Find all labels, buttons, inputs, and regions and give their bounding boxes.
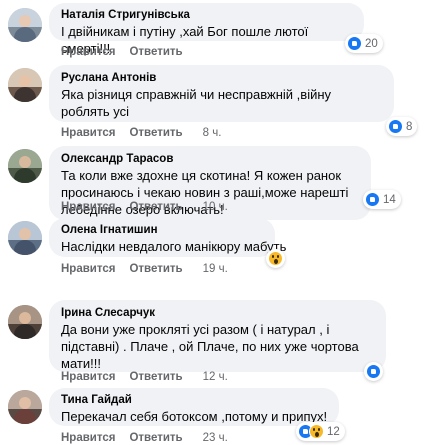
avatar[interactable] <box>8 149 42 183</box>
comment-bubble: Руслана Антонів Яка різниця справжній чи… <box>49 65 394 122</box>
reaction-summary[interactable] <box>364 362 383 381</box>
comment-actions: Нравится Ответить 10 ч. <box>61 200 228 214</box>
reaction-summary[interactable]: 8 <box>386 117 418 136</box>
like-reaction-icon <box>366 364 381 379</box>
comment-text: Наслідки невдалого манікюру мабуть <box>61 239 287 254</box>
avatar[interactable] <box>8 8 42 42</box>
comment-time[interactable]: 23 ч. <box>203 432 228 444</box>
reply-button[interactable]: Ответить <box>129 127 182 139</box>
reply-button[interactable]: Ответить <box>129 263 182 275</box>
comment-author[interactable]: Олена Ігнатишин <box>61 223 263 238</box>
comment-bubble: Наталія Стригунівська І двійникам і путі… <box>49 3 364 56</box>
like-button[interactable]: Нравится <box>61 263 115 275</box>
comment-actions: Нравится Ответить 19 ч. <box>61 262 228 276</box>
like-button[interactable]: Нравится <box>61 201 115 213</box>
comment-text: Яка різниця справжній чи несправжній ,ві… <box>61 87 332 119</box>
like-button[interactable]: Нравится <box>61 432 115 444</box>
reaction-count: 12 <box>327 425 340 438</box>
reaction-summary[interactable]: 20 <box>345 34 383 53</box>
like-button[interactable]: Нравится <box>61 127 115 139</box>
wow-reaction-icon <box>309 424 324 439</box>
comment-time[interactable]: 19 ч. <box>203 263 228 275</box>
like-reaction-icon <box>365 192 380 207</box>
reaction-count: 8 <box>406 120 413 133</box>
like-button[interactable]: Нравится <box>61 46 115 58</box>
like-button[interactable]: Нравится <box>61 371 115 383</box>
like-reaction-icon <box>347 36 362 51</box>
comment-text: Перекачал себя ботоксом ,потому и припух… <box>61 409 328 424</box>
like-reaction-icon <box>388 119 403 134</box>
comment-time[interactable]: 12 ч. <box>203 371 228 383</box>
comment-time[interactable]: 8 ч. <box>203 127 222 139</box>
comment-bubble: Ірина Слесарчук Да вони уже проклятi усi… <box>49 300 386 372</box>
comment-bubble: Тина Гайдай Перекачал себя ботоксом ,пот… <box>49 388 339 426</box>
avatar[interactable] <box>8 221 42 255</box>
avatar[interactable] <box>8 68 42 102</box>
comment-author[interactable]: Олександр Тарасов <box>61 152 359 167</box>
reply-button[interactable]: Ответить <box>129 201 182 213</box>
reply-button[interactable]: Ответить <box>129 46 182 58</box>
comment-actions: Нравится Ответить <box>61 45 183 59</box>
avatar[interactable] <box>8 305 42 339</box>
comments-feed: Наталія Стригунівська І двійникам і путі… <box>0 0 428 445</box>
reaction-count: 14 <box>383 193 396 206</box>
reply-button[interactable]: Ответить <box>129 432 182 444</box>
reaction-summary[interactable] <box>266 249 285 268</box>
comment-author[interactable]: Наталія Стригунівська <box>61 8 352 23</box>
reaction-summary[interactable]: 14 <box>363 190 401 209</box>
comment-actions: Нравится Ответить 8 ч. <box>61 126 221 140</box>
comment-actions: Нравится Ответить 23 ч. <box>61 431 228 445</box>
wow-reaction-icon <box>268 251 283 266</box>
comment-time[interactable]: 10 ч. <box>203 201 228 213</box>
comment-actions: Нравится Ответить 12 ч. <box>61 370 228 384</box>
comment-author[interactable]: Тина Гайдай <box>61 393 327 408</box>
reaction-count: 20 <box>365 37 378 50</box>
comment-bubble: Олена Ігнатишин Наслідки невдалого манік… <box>49 218 287 257</box>
comment-text: Да вони уже проклятi усi разом ( і натур… <box>61 322 359 371</box>
comment-author[interactable]: Ірина Слесарчук <box>61 306 374 321</box>
avatar[interactable] <box>8 390 42 424</box>
reaction-summary[interactable]: 12 <box>296 422 345 441</box>
reply-button[interactable]: Ответить <box>129 371 182 383</box>
comment-author[interactable]: Руслана Антонів <box>61 71 382 86</box>
